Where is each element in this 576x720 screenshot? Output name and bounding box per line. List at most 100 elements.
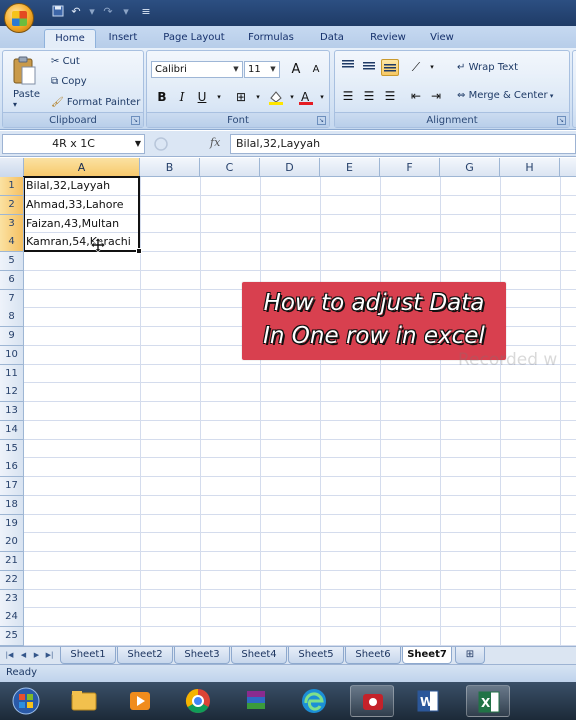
row-header-17[interactable]: 17 bbox=[0, 477, 24, 496]
row-header-22[interactable]: 22 bbox=[0, 570, 24, 590]
font-size-select[interactable]: 11 ▼ bbox=[244, 61, 280, 78]
office-button[interactable] bbox=[4, 3, 34, 33]
decrease-indent-icon[interactable]: ⇤ bbox=[407, 88, 425, 105]
tab-review[interactable]: Review bbox=[362, 29, 414, 48]
name-box[interactable]: 4R x 1C ▼ bbox=[2, 134, 145, 154]
next-sheet-icon[interactable]: ▶ bbox=[31, 650, 42, 661]
select-all-button[interactable] bbox=[0, 158, 24, 177]
tab-formulas[interactable]: Formulas bbox=[240, 29, 302, 48]
customize-qat-icon[interactable]: ≡ bbox=[138, 5, 154, 19]
tab-home[interactable]: Home bbox=[44, 29, 96, 48]
copy-button[interactable]: ⧉ Copy bbox=[51, 76, 87, 87]
row-header-16[interactable]: 16 bbox=[0, 458, 24, 478]
row-header-12[interactable]: 12 bbox=[0, 383, 24, 403]
row-header-14[interactable]: 14 bbox=[0, 420, 24, 440]
align-right-icon[interactable]: ☰ bbox=[381, 88, 399, 105]
tab-insert[interactable]: Insert bbox=[100, 29, 146, 48]
clipboard-launcher-icon[interactable]: ↘ bbox=[131, 116, 140, 125]
undo-dropdown-icon[interactable]: ▾ bbox=[84, 5, 100, 19]
name-box-dropdown-icon[interactable]: ▼ bbox=[135, 135, 141, 153]
insert-sheet-icon[interactable]: ⊞ bbox=[455, 647, 485, 664]
borders-icon[interactable]: ⊞ bbox=[232, 89, 250, 106]
row-header-23[interactable]: 23 bbox=[0, 589, 24, 609]
row-header-5[interactable]: 5 bbox=[0, 252, 24, 271]
alignment-launcher-icon[interactable]: ↘ bbox=[557, 116, 566, 125]
excel-icon[interactable]: X bbox=[466, 685, 510, 717]
redo-dropdown-icon[interactable]: ▾ bbox=[118, 5, 134, 19]
align-top-icon[interactable] bbox=[339, 59, 357, 76]
row-header-9[interactable]: 9 bbox=[0, 327, 24, 346]
row-header-19[interactable]: 19 bbox=[0, 514, 24, 534]
row-header-15[interactable]: 15 bbox=[0, 439, 24, 459]
sheet-tab-7[interactable]: Sheet7 bbox=[402, 647, 452, 664]
column-header-d[interactable]: D bbox=[260, 158, 320, 177]
insert-function-icon[interactable]: fx bbox=[210, 136, 220, 149]
word-icon[interactable]: W bbox=[406, 685, 450, 717]
sheet-tab-4[interactable]: Sheet4 bbox=[231, 647, 287, 664]
format-painter-button[interactable]: 🖌 Format Painter bbox=[51, 97, 140, 108]
screen-recorder-icon[interactable] bbox=[350, 685, 394, 717]
prev-sheet-icon[interactable]: ◀ bbox=[18, 650, 29, 661]
row-header-24[interactable]: 24 bbox=[0, 608, 24, 628]
column-header-a[interactable]: A bbox=[24, 158, 140, 177]
bold-button[interactable]: B bbox=[153, 89, 171, 106]
align-left-icon[interactable]: ☰ bbox=[339, 88, 357, 105]
winrar-icon[interactable] bbox=[234, 685, 278, 717]
column-header-h[interactable]: H bbox=[500, 158, 560, 177]
paste-dropdown-icon[interactable]: ▾ bbox=[13, 100, 17, 109]
column-header-f[interactable]: F bbox=[380, 158, 440, 177]
save-icon[interactable] bbox=[50, 5, 66, 19]
column-header-e[interactable]: E bbox=[320, 158, 380, 177]
underline-button[interactable]: U bbox=[193, 89, 211, 106]
sheet-tab-6[interactable]: Sheet6 bbox=[345, 647, 401, 664]
sheet-tab-5[interactable]: Sheet5 bbox=[288, 647, 344, 664]
increase-indent-icon[interactable]: ⇥ bbox=[427, 88, 445, 105]
column-header-g[interactable]: G bbox=[440, 158, 500, 177]
row-header-10[interactable]: 10 bbox=[0, 345, 24, 365]
edge-icon[interactable] bbox=[292, 685, 336, 717]
sheet-tab-3[interactable]: Sheet3 bbox=[174, 647, 230, 664]
windows-start-icon[interactable] bbox=[4, 685, 48, 717]
sheet-tab-1[interactable]: Sheet1 bbox=[60, 647, 116, 664]
merge-center-button[interactable]: ⇔ Merge & Center ▾ bbox=[457, 90, 553, 101]
borders-dropdown-icon[interactable]: ▾ bbox=[249, 89, 267, 106]
undo-icon[interactable]: ↶ bbox=[68, 5, 84, 19]
fill-handle[interactable] bbox=[136, 248, 142, 254]
column-header-b[interactable]: B bbox=[140, 158, 200, 177]
row-header-6[interactable]: 6 bbox=[0, 270, 24, 290]
font-launcher-icon[interactable]: ↘ bbox=[317, 116, 326, 125]
cut-button[interactable]: ✂ Cut bbox=[51, 56, 80, 67]
align-bottom-icon[interactable] bbox=[381, 59, 399, 76]
row-header-13[interactable]: 13 bbox=[0, 402, 24, 421]
sheet-tab-2[interactable]: Sheet2 bbox=[117, 647, 173, 664]
row-header-18[interactable]: 18 bbox=[0, 495, 24, 515]
formula-input[interactable]: Bilal,32,Layyah bbox=[230, 134, 576, 154]
chrome-icon[interactable] bbox=[176, 685, 220, 717]
merge-dropdown-icon[interactable]: ▾ bbox=[548, 92, 554, 100]
orientation-dropdown-icon[interactable]: ▾ bbox=[423, 59, 441, 76]
row-header-25[interactable]: 25 bbox=[0, 627, 24, 646]
italic-button[interactable]: I bbox=[173, 89, 191, 106]
last-sheet-icon[interactable]: ▶| bbox=[44, 650, 55, 661]
paste-button[interactable]: Paste bbox=[13, 89, 40, 100]
row-header-7[interactable]: 7 bbox=[0, 289, 24, 309]
row-header-11[interactable]: 11 bbox=[0, 364, 24, 384]
row-header-2[interactable]: 2 bbox=[0, 195, 24, 215]
wrap-text-button[interactable]: ↵ Wrap Text bbox=[457, 62, 518, 73]
column-header-c[interactable]: C bbox=[200, 158, 260, 177]
file-explorer-icon[interactable] bbox=[62, 685, 106, 717]
font-name-select[interactable]: Calibri ▼ bbox=[151, 61, 243, 78]
row-header-1[interactable]: 1 bbox=[0, 177, 24, 196]
tab-view[interactable]: View bbox=[422, 29, 462, 48]
paste-icon[interactable] bbox=[11, 55, 37, 87]
row-header-21[interactable]: 21 bbox=[0, 552, 24, 571]
align-middle-icon[interactable] bbox=[360, 59, 378, 76]
grow-font-button[interactable]: A bbox=[287, 61, 305, 78]
first-sheet-icon[interactable]: |◀ bbox=[4, 650, 15, 661]
row-header-20[interactable]: 20 bbox=[0, 533, 24, 553]
font-color-dropdown-icon[interactable]: ▾ bbox=[313, 89, 331, 106]
row-header-3[interactable]: 3 bbox=[0, 214, 24, 234]
shrink-font-button[interactable]: A bbox=[307, 61, 325, 78]
row-header-8[interactable]: 8 bbox=[0, 308, 24, 328]
tab-data[interactable]: Data bbox=[312, 29, 352, 48]
